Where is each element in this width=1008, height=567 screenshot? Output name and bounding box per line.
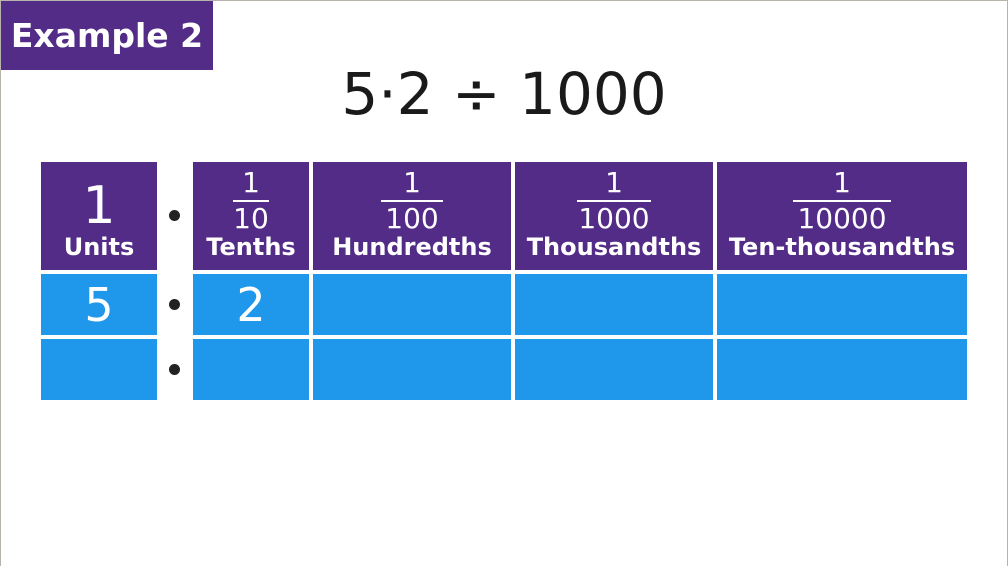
fraction-numerator: 1 — [403, 166, 421, 199]
thousandths-fraction: 1 1000 — [577, 168, 651, 234]
units-label: Units — [63, 233, 135, 261]
decimal-point-row2 — [169, 364, 180, 375]
row2-tenths — [193, 339, 309, 400]
problem-title: 5·2 ÷ 1000 — [341, 60, 667, 128]
row1-units: 5 — [41, 274, 157, 335]
row1-hundredths — [313, 274, 511, 335]
row1-tenths: 2 — [193, 274, 309, 335]
header-ten-thousandths: 1 10000 Ten-thousandths — [717, 162, 967, 270]
fraction-denominator: 100 — [385, 202, 439, 235]
row2-units — [41, 339, 157, 400]
thousandths-label: Thousandths — [526, 233, 702, 261]
row2-thousandths — [515, 339, 713, 400]
decimal-point-header — [169, 210, 180, 221]
decimal-point-row1 — [169, 299, 180, 310]
tenths-fraction: 1 10 — [233, 168, 269, 234]
hundredths-label: Hundredths — [332, 233, 492, 261]
fraction-numerator: 1 — [242, 166, 260, 199]
fraction-denominator: 10000 — [797, 202, 887, 235]
fraction-denominator: 10 — [233, 202, 269, 235]
header-thousandths: 1 1000 Thousandths — [515, 162, 713, 270]
header-units: 1 Units — [41, 162, 157, 270]
fraction-numerator: 1 — [833, 166, 851, 199]
ten-thousandths-fraction: 1 10000 — [793, 168, 891, 234]
fraction-denominator: 1000 — [578, 202, 650, 235]
tenths-label: Tenths — [206, 233, 296, 261]
row2-ten-thousandths — [717, 339, 967, 400]
fraction-numerator: 1 — [605, 166, 623, 199]
header-hundredths: 1 100 Hundredths — [313, 162, 511, 270]
units-value: 1 — [82, 176, 116, 236]
ten-thousandths-label: Ten-thousandths — [728, 233, 956, 261]
header-tenths: 1 10 Tenths — [193, 162, 309, 270]
row1-ten-thousandths — [717, 274, 967, 335]
row2-hundredths — [313, 339, 511, 400]
row1-thousandths — [515, 274, 713, 335]
hundredths-fraction: 1 100 — [381, 168, 443, 234]
